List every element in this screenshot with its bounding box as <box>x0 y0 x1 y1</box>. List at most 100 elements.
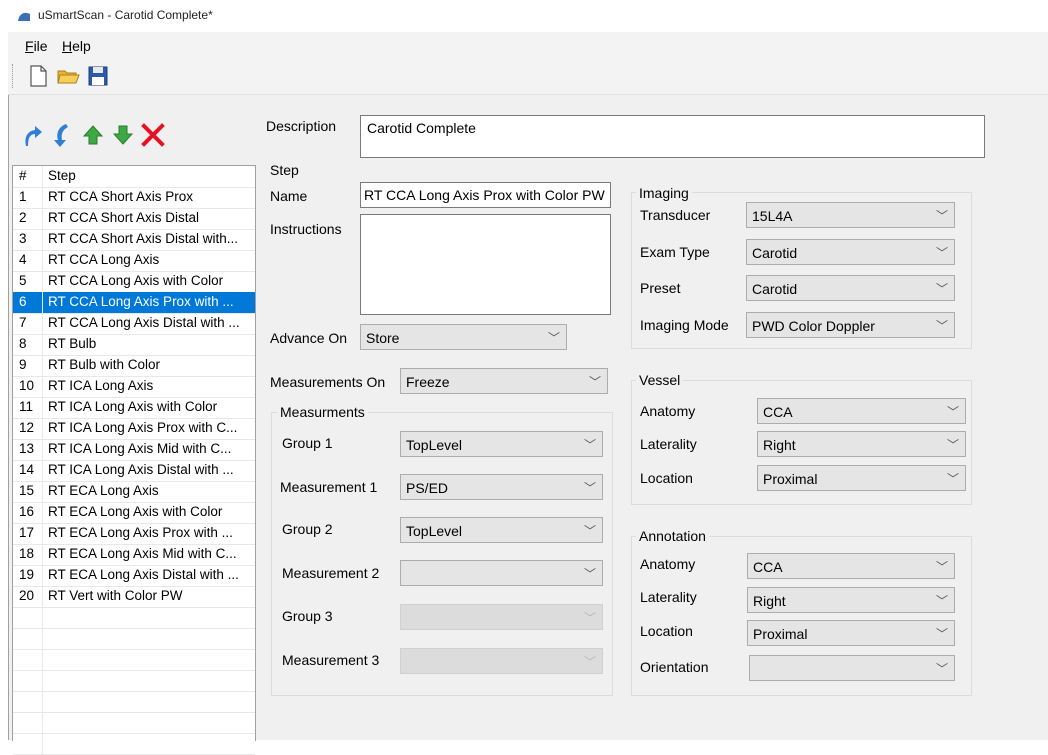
measurement2-select[interactable]: ﹀ <box>400 560 603 586</box>
step-label: RT CCA Long Axis Distal with ... <box>48 315 240 330</box>
step-list-row[interactable]: 11 RT ICA Long Axis with Color <box>13 397 255 419</box>
advance-on-label: Advance On <box>270 330 348 346</box>
step-group-title: Step <box>270 162 299 178</box>
move-down-icon[interactable] <box>110 122 136 148</box>
step-number: 17 <box>19 525 35 540</box>
exam-type-select[interactable]: Carotid ﹀ <box>746 239 955 265</box>
chevron-down-icon: ﹀ <box>946 438 959 452</box>
vessel-location-label: Location <box>640 470 693 486</box>
measurement3-select: ﹀ <box>400 648 603 674</box>
new-file-icon[interactable] <box>26 64 50 88</box>
step-label: RT CCA Short Axis Distal with... <box>48 231 239 246</box>
step-list-row[interactable]: 15 RT ECA Long Axis <box>13 481 255 503</box>
step-list-row[interactable]: 4 RT CCA Long Axis <box>13 250 255 272</box>
header-step: Step <box>48 168 76 183</box>
step-list-row[interactable]: 8 RT Bulb <box>13 334 255 356</box>
exam-type-value: Carotid <box>752 245 798 261</box>
step-label: RT CCA Short Axis Prox <box>48 189 194 204</box>
empty-row <box>13 649 255 671</box>
menu-help[interactable]: Help <box>62 38 91 54</box>
annotation-laterality-select[interactable]: Right ﹀ <box>747 587 955 613</box>
chevron-down-icon: ﹀ <box>946 472 959 486</box>
transducer-select[interactable]: 15L4A ﹀ <box>746 202 955 228</box>
chevron-down-icon: ﹀ <box>583 655 596 669</box>
step-list-row[interactable]: 12 RT ICA Long Axis Prox with C... <box>13 418 255 440</box>
annotation-anatomy-select[interactable]: CCA ﹀ <box>747 553 955 579</box>
measurement1-select[interactable]: PS/ED ﹀ <box>400 474 603 500</box>
description-value: Carotid Complete <box>367 120 476 136</box>
vessel-anatomy-select[interactable]: CCA ﹀ <box>757 398 966 424</box>
title-bar: uSmartScan - Carotid Complete* <box>8 0 1048 32</box>
transducer-value: 15L4A <box>752 208 793 224</box>
step-list-row[interactable]: 18 RT ECA Long Axis Mid with C... <box>13 544 255 566</box>
measurements-on-select[interactable]: Freeze ﹀ <box>400 368 608 394</box>
description-label: Description <box>266 118 337 134</box>
step-list-row[interactable]: 6 RT CCA Long Axis Prox with ... <box>13 292 255 314</box>
step-list-row[interactable]: 17 RT ECA Long Axis Prox with ... <box>13 523 255 545</box>
open-folder-icon[interactable] <box>56 64 80 88</box>
step-label: RT ICA Long Axis <box>48 378 154 393</box>
chevron-down-icon: ﹀ <box>935 594 948 608</box>
annotation-orientation-select[interactable]: ﹀ <box>749 655 955 681</box>
step-list-row[interactable]: 14 RT ICA Long Axis Distal with ... <box>13 460 255 482</box>
menu-file-label: ile <box>33 38 48 54</box>
menu-help-accelerator: H <box>62 38 73 54</box>
step-number: 9 <box>19 357 27 372</box>
description-field[interactable]: Carotid Complete <box>360 115 985 158</box>
instructions-label: Instructions <box>270 221 342 237</box>
group1-select[interactable]: TopLevel ﹀ <box>400 431 603 457</box>
group2-label: Group 2 <box>282 521 333 537</box>
step-list-row[interactable]: 3 RT CCA Short Axis Distal with... <box>13 229 255 251</box>
step-number: 7 <box>19 315 27 330</box>
step-list-row[interactable]: 20 RT Vert with Color PW <box>13 586 255 608</box>
step-list[interactable]: # Step 1 RT CCA Short Axis Prox 2 RT CCA Sh… <box>12 165 256 755</box>
step-list-row[interactable]: 5 RT CCA Long Axis with Color <box>13 271 255 293</box>
step-number: 16 <box>19 504 35 519</box>
step-number: 5 <box>19 273 27 288</box>
delete-step-icon[interactable] <box>140 122 166 148</box>
vessel-anatomy-label: Anatomy <box>640 403 696 419</box>
exam-type-label: Exam Type <box>640 244 710 260</box>
menu-file[interactable]: File <box>25 38 48 54</box>
name-field[interactable]: RT CCA Long Axis Prox with Color PW <box>360 182 611 208</box>
step-list-row[interactable]: 7 RT CCA Long Axis Distal with ... <box>13 313 255 335</box>
chevron-down-icon: ﹀ <box>946 405 959 419</box>
chevron-down-icon: ﹀ <box>935 627 948 641</box>
vessel-laterality-select[interactable]: Right ﹀ <box>757 431 966 457</box>
group2-select[interactable]: TopLevel ﹀ <box>400 517 603 543</box>
save-disk-icon[interactable] <box>86 64 110 88</box>
step-list-row[interactable]: 10 RT ICA Long Axis <box>13 376 255 398</box>
group3-select: ﹀ <box>400 604 603 630</box>
step-number: 10 <box>19 378 35 393</box>
annotation-location-select[interactable]: Proximal ﹀ <box>747 620 955 646</box>
step-list-row[interactable]: 13 RT ICA Long Axis Mid with C... <box>13 439 255 461</box>
step-list-row[interactable]: 9 RT Bulb with Color <box>13 355 255 377</box>
step-number: 13 <box>19 441 35 456</box>
measurement1-label: Measurement 1 <box>280 479 378 495</box>
undo-arrow-icon[interactable] <box>48 122 74 148</box>
advance-on-select[interactable]: Store ﹀ <box>360 324 567 350</box>
vessel-laterality-value: Right <box>763 437 796 453</box>
step-list-row[interactable]: 2 RT CCA Short Axis Distal <box>13 208 255 230</box>
imaging-mode-value: PWD Color Doppler <box>752 318 875 334</box>
chevron-down-icon: ﹀ <box>583 567 596 581</box>
step-label: RT CCA Long Axis Prox with ... <box>48 294 234 309</box>
name-label: Name <box>270 188 308 204</box>
annotation-laterality-label: Laterality <box>640 589 697 605</box>
move-up-icon[interactable] <box>80 122 106 148</box>
chevron-down-icon: ﹀ <box>935 282 948 296</box>
annotation-location-value: Proximal <box>753 626 808 642</box>
step-list-row[interactable]: 19 RT ECA Long Axis Distal with ... <box>13 565 255 587</box>
redo-arrow-icon[interactable] <box>18 122 44 148</box>
step-list-row[interactable]: 16 RT ECA Long Axis with Color <box>13 502 255 524</box>
instructions-field[interactable] <box>360 214 611 315</box>
preset-select[interactable]: Carotid ﹀ <box>746 275 955 301</box>
step-label: RT ICA Long Axis with Color <box>48 399 218 414</box>
chevron-down-icon: ﹀ <box>935 246 948 260</box>
step-label: RT ECA Long Axis with Color <box>48 504 223 519</box>
imaging-mode-select[interactable]: PWD Color Doppler ﹀ <box>746 312 955 338</box>
measurement1-value: PS/ED <box>406 480 449 496</box>
vessel-location-select[interactable]: Proximal ﹀ <box>757 465 966 491</box>
step-list-row[interactable]: 1 RT CCA Short Axis Prox <box>13 187 255 209</box>
name-value: RT CCA Long Axis Prox with Color PW <box>364 187 605 203</box>
